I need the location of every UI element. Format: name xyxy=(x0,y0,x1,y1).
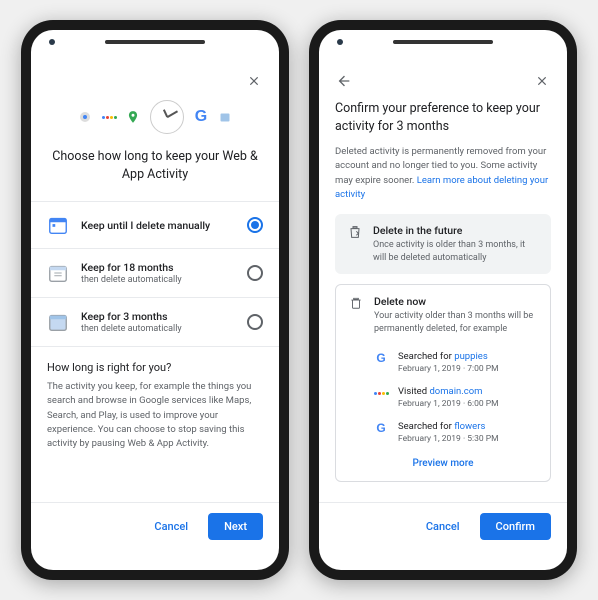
next-button[interactable]: Next xyxy=(208,513,263,540)
page-title: Confirm your preference to keep your act… xyxy=(335,100,551,135)
option-keep-3mo[interactable]: Keep for 3 months then delete automatica… xyxy=(31,298,279,347)
option-sublabel: then delete automatically xyxy=(81,324,235,334)
assistant-icon xyxy=(374,386,388,400)
activity-item: Visited domain.com February 1, 2019 · 6:… xyxy=(348,380,538,415)
phone-left: G Choose how long to keep your Web & App… xyxy=(21,20,289,580)
delete-now-card: Delete now Your activity older than 3 mo… xyxy=(335,284,551,482)
activity-time: February 1, 2019 · 7:00 PM xyxy=(398,364,538,374)
google-icon: G xyxy=(194,110,208,124)
assistant-icon xyxy=(102,110,116,124)
topbar xyxy=(335,72,551,90)
activity-time: February 1, 2019 · 5:30 PM xyxy=(398,434,538,444)
radio-unselected[interactable] xyxy=(247,314,263,330)
confirm-button[interactable]: Confirm xyxy=(480,513,551,540)
calendar-3mo-icon xyxy=(47,311,69,333)
page-subtext: Deleted activity is permanently removed … xyxy=(335,145,551,202)
activity-item: G Searched for flowers February 1, 2019 … xyxy=(348,415,538,450)
activity-link[interactable]: puppies xyxy=(454,351,488,362)
cancel-button[interactable]: Cancel xyxy=(422,514,464,539)
activity-link[interactable]: domain.com xyxy=(429,386,482,397)
close-icon[interactable] xyxy=(533,72,551,90)
footer: Cancel Next xyxy=(31,502,279,550)
hero-icons: G xyxy=(47,100,263,134)
radio-selected[interactable] xyxy=(247,217,263,233)
calendar-18mo-icon xyxy=(47,262,69,284)
option-label: Keep for 3 months xyxy=(81,310,235,323)
chrome-icon xyxy=(78,110,92,124)
trash-icon xyxy=(348,295,364,311)
back-icon[interactable] xyxy=(335,72,353,90)
screen-right: Confirm your preference to keep your act… xyxy=(319,30,567,570)
calendar-icon xyxy=(218,110,232,124)
option-sublabel: then delete automatically xyxy=(81,275,235,285)
cancel-button[interactable]: Cancel xyxy=(150,514,192,539)
auto-delete-icon xyxy=(347,224,363,240)
google-g-icon: G xyxy=(374,421,388,435)
info-title: How long is right for you? xyxy=(47,361,263,374)
option-keep-manual[interactable]: Keep until I delete manually xyxy=(31,202,279,249)
card-subtitle: Your activity older than 3 months will b… xyxy=(374,310,538,335)
activity-time: February 1, 2019 · 6:00 PM xyxy=(398,399,538,409)
radio-unselected[interactable] xyxy=(247,265,263,281)
page-title: Choose how long to keep your Web & App A… xyxy=(47,148,263,183)
activity-item: G Searched for puppies February 1, 2019 … xyxy=(348,345,538,380)
clock-icon xyxy=(150,100,184,134)
option-label: Keep until I delete manually xyxy=(81,219,235,232)
option-keep-18mo[interactable]: Keep for 18 months then delete automatic… xyxy=(31,249,279,298)
maps-icon xyxy=(126,110,140,124)
calendar-manual-icon xyxy=(47,214,69,236)
screen-left: G Choose how long to keep your Web & App… xyxy=(31,30,279,570)
activity-link[interactable]: flowers xyxy=(454,421,485,432)
delete-future-card: Delete in the future Once activity is ol… xyxy=(335,214,551,274)
topbar xyxy=(47,72,263,90)
info-body: The activity you keep, for example the t… xyxy=(47,380,263,451)
phone-right: Confirm your preference to keep your act… xyxy=(309,20,577,580)
retention-options: Keep until I delete manually Keep for 18… xyxy=(31,201,279,347)
option-label: Keep for 18 months xyxy=(81,261,235,274)
card-title: Delete in the future xyxy=(373,224,539,237)
card-subtitle: Once activity is older than 3 months, it… xyxy=(373,239,539,264)
close-icon[interactable] xyxy=(245,72,263,90)
info-section: How long is right for you? The activity … xyxy=(47,347,263,469)
preview-more-button[interactable]: Preview more xyxy=(348,450,538,471)
footer: Cancel Confirm xyxy=(319,502,567,550)
card-title: Delete now xyxy=(374,295,538,308)
google-g-icon: G xyxy=(374,351,388,365)
